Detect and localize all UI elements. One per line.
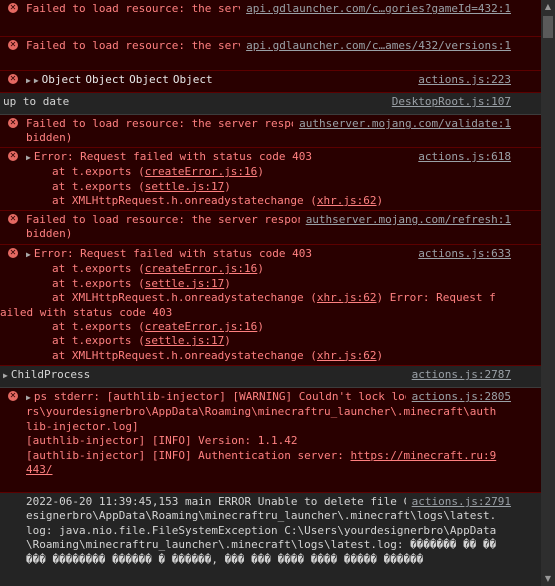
frame-text: at t.exports ( bbox=[52, 179, 145, 193]
expand-triangle-icon[interactable]: ▶ bbox=[26, 250, 31, 259]
frame-text: ) bbox=[224, 334, 231, 348]
source-link[interactable]: DesktopRoot.js:107 bbox=[385, 95, 511, 110]
error-icon: ✕ bbox=[8, 214, 18, 224]
frame-link[interactable]: createError.js:16 bbox=[145, 165, 258, 178]
frame-text: at t.exports ( bbox=[52, 276, 145, 290]
frame-link[interactable]: settle.js:17 bbox=[145, 334, 224, 347]
error-icon: ✕ bbox=[8, 74, 18, 84]
scroll-up-icon[interactable]: ▲ bbox=[541, 0, 555, 14]
source-link[interactable]: api.gdlauncher.com/c…ames/432/versions:1 bbox=[240, 39, 511, 54]
stack-frame: at t.exports (settle.js:17) bbox=[26, 277, 501, 291]
frame-text: at t.exports ( bbox=[52, 262, 145, 276]
stack-frame: at XMLHttpRequest.h.onreadystatechange (… bbox=[26, 194, 501, 208]
source-link[interactable]: authserver.mojang.com/validate:1 bbox=[293, 117, 511, 132]
frame-text: at t.exports ( bbox=[52, 165, 145, 179]
console-log-entry: actions.js:2787 ▶ ChildProcess bbox=[0, 366, 541, 388]
source-link[interactable]: actions.js:2805 bbox=[405, 390, 511, 405]
source-link[interactable]: actions.js:618 bbox=[412, 150, 511, 165]
stack-frame: at t.exports (createError.js:16) bbox=[26, 262, 501, 276]
error-icon: ✕ bbox=[8, 3, 18, 13]
console-log-entry: DesktopRoot.js:107 up to date bbox=[0, 93, 541, 115]
frame-text: at t.exports ( bbox=[52, 320, 145, 334]
frame-link[interactable]: createError.js:16 bbox=[145, 320, 258, 333]
expand-triangle-icon[interactable]: ▶ bbox=[26, 393, 31, 402]
object-item[interactable]: Object bbox=[173, 73, 213, 86]
stack-frame: at t.exports (createError.js:16) bbox=[26, 165, 501, 179]
frame-link[interactable]: xhr.js:62 bbox=[317, 291, 377, 304]
source-link[interactable]: api.gdlauncher.com/c…gories?gameId=432:1 bbox=[240, 2, 511, 17]
error-icon: ✕ bbox=[8, 118, 18, 128]
frame-link[interactable]: xhr.js:62 bbox=[317, 194, 377, 207]
expand-triangle-icon[interactable]: ▶ bbox=[3, 371, 8, 380]
error-icon: ✕ bbox=[8, 391, 18, 401]
frame-link[interactable]: createError.js:16 bbox=[145, 262, 258, 275]
console-error-entry: ✕ actions.js:633 ▶ Error: Request failed … bbox=[0, 245, 541, 366]
frame-text: at XMLHttpRequest.h.onreadystatechange ( bbox=[52, 348, 317, 362]
frame-text: ) bbox=[257, 165, 264, 179]
frame-link[interactable]: xhr.js:62 bbox=[317, 349, 377, 362]
source-link[interactable]: actions.js:223 bbox=[412, 73, 511, 88]
scrollbar-thumb[interactable] bbox=[543, 16, 553, 38]
source-link[interactable]: actions.js:2791 bbox=[405, 495, 511, 510]
console-error-entry: ✕ authserver.mojang.com/validate:1 Faile… bbox=[0, 115, 541, 148]
frame-text: at t.exports ( bbox=[52, 334, 145, 348]
object-label: ChildProcess bbox=[10, 368, 91, 381]
log-line: [authlib-injector] [INFO] Version: 1.1.4… bbox=[26, 434, 298, 448]
stack-frame: at t.exports (settle.js:17) bbox=[26, 334, 501, 348]
error-title-text: Error: Request failed with status code 4… bbox=[33, 150, 312, 163]
frame-text: at XMLHttpRequest.h.onreadystatechange ( bbox=[52, 194, 317, 208]
frame-text: ) bbox=[224, 179, 231, 193]
error-title-text: Error: Request failed with status code 4… bbox=[33, 247, 312, 260]
stack-frame: at t.exports (createError.js:16) bbox=[26, 320, 501, 334]
stack-frame: at XMLHttpRequest.h.onreadystatechange (… bbox=[0, 291, 501, 320]
object-item[interactable]: Object bbox=[42, 73, 82, 86]
console-error-entry: ✕ actions.js:618 ▶ Error: Request failed … bbox=[0, 148, 541, 211]
console-log: ✕ api.gdlauncher.com/c…gories?gameId=432… bbox=[0, 0, 541, 586]
frame-link[interactable]: settle.js:17 bbox=[145, 277, 224, 290]
frame-text: ) bbox=[224, 276, 231, 290]
object-item[interactable]: Object bbox=[129, 73, 169, 86]
stack-frame: at t.exports (settle.js:17) bbox=[26, 180, 501, 194]
source-link[interactable]: actions.js:633 bbox=[412, 247, 511, 262]
console-error-entry: ✕ api.gdlauncher.com/c…ames/432/versions… bbox=[0, 37, 541, 71]
console-error-entry: ✕ authserver.mojang.com/refresh:1 Failed… bbox=[0, 211, 541, 245]
console-error-entry: ✕ actions.js:2805 ▶ ps stderr: [authlib-i… bbox=[0, 388, 541, 493]
frame-text: at XMLHttpRequest.h.onreadystatechange ( bbox=[52, 291, 317, 305]
frame-text: ) bbox=[376, 348, 384, 362]
console-log-entry: actions.js:2791 2022-06-20 11:39:45,153 … bbox=[0, 493, 541, 586]
source-link[interactable]: actions.js:2787 bbox=[405, 368, 511, 383]
stack-frame: at XMLHttpRequest.h.onreadystatechange (… bbox=[26, 349, 501, 363]
frame-text: ) bbox=[257, 262, 264, 276]
frame-link[interactable]: settle.js:17 bbox=[145, 180, 224, 193]
log-line: [authlib-injector] [INFO] Authentication… bbox=[26, 449, 501, 478]
frame-text: ) bbox=[376, 194, 384, 208]
source-link[interactable]: authserver.mojang.com/refresh:1 bbox=[299, 213, 511, 228]
expand-triangle-icon[interactable]: ▶ bbox=[26, 153, 31, 162]
expand-triangle-icon[interactable]: ▶ bbox=[26, 76, 31, 85]
expand-triangle-icon[interactable]: ▶ bbox=[34, 76, 39, 85]
scroll-down-icon[interactable]: ▼ bbox=[541, 572, 555, 586]
error-icon: ✕ bbox=[8, 151, 18, 161]
console-error-entry: ✕ api.gdlauncher.com/c…gories?gameId=432… bbox=[0, 0, 541, 37]
object-item[interactable]: Object bbox=[85, 73, 125, 86]
frame-text: [authlib-injector] [INFO] Authentication… bbox=[26, 448, 351, 462]
vertical-scrollbar[interactable]: ▲ ▼ bbox=[541, 0, 555, 586]
frame-text: ) bbox=[257, 320, 264, 334]
error-icon: ✕ bbox=[8, 40, 18, 50]
error-icon: ✕ bbox=[8, 248, 18, 258]
console-error-entry: ✕ actions.js:223 ▶ ▶ Object Object Object Obj… bbox=[0, 71, 541, 93]
